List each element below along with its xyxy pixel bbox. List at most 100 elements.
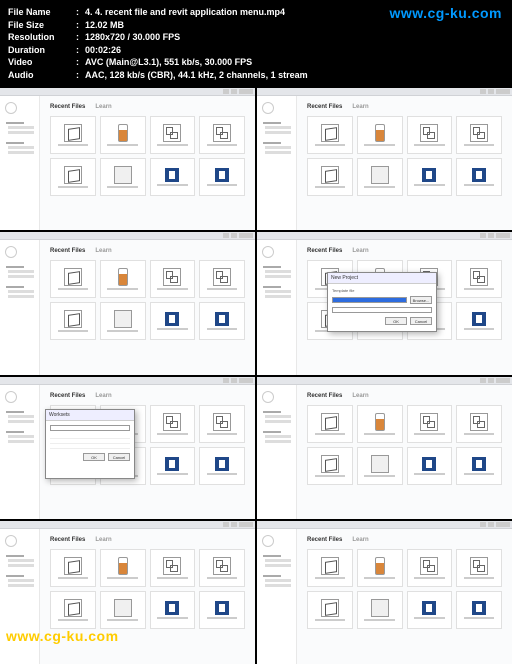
recent-file-thumb[interactable]	[150, 405, 196, 443]
recent-file-thumb[interactable]	[199, 549, 245, 587]
tab-recent-files[interactable]: Recent Files	[307, 248, 342, 254]
tab-recent-files[interactable]: Recent Files	[50, 393, 85, 399]
recent-file-thumb[interactable]	[307, 447, 353, 485]
tab-recent-files[interactable]: Recent Files	[50, 248, 85, 254]
recent-file-thumb[interactable]	[199, 447, 245, 485]
recent-file-thumb[interactable]	[50, 591, 96, 629]
recent-file-thumb[interactable]	[456, 302, 502, 340]
recent-file-thumb[interactable]	[407, 405, 453, 443]
recent-file-thumb[interactable]	[150, 549, 196, 587]
recent-file-thumb[interactable]	[456, 116, 502, 154]
tab-learn[interactable]: Learn	[352, 104, 368, 110]
recent-file-thumb[interactable]	[357, 549, 403, 587]
recent-file-thumb[interactable]	[199, 302, 245, 340]
create-new-option[interactable]	[332, 307, 432, 313]
recent-file-thumb[interactable]	[199, 158, 245, 196]
recent-file-thumb[interactable]	[100, 158, 146, 196]
recent-file-thumb[interactable]	[407, 116, 453, 154]
tab-learn[interactable]: Learn	[95, 393, 111, 399]
recent-file-thumb[interactable]	[50, 302, 96, 340]
recent-file-thumb[interactable]	[456, 158, 502, 196]
metadata-label: Audio	[8, 69, 76, 82]
recent-file-thumb[interactable]	[150, 591, 196, 629]
recent-file-thumb[interactable]	[307, 549, 353, 587]
project-icon	[64, 124, 82, 142]
recent-file-thumb[interactable]	[456, 591, 502, 629]
recent-file-thumb[interactable]	[307, 158, 353, 196]
back-button-icon[interactable]	[262, 102, 274, 114]
tab-recent-files[interactable]: Recent Files	[307, 393, 342, 399]
template-icon	[422, 168, 436, 182]
cancel-button[interactable]: Cancel	[108, 453, 130, 461]
recent-file-thumb[interactable]	[50, 158, 96, 196]
tab-learn[interactable]: Learn	[95, 537, 111, 543]
recent-file-thumb[interactable]	[407, 591, 453, 629]
tab-learn[interactable]: Learn	[352, 248, 368, 254]
recent-file-thumb[interactable]	[456, 549, 502, 587]
ok-button[interactable]: OK	[385, 317, 407, 325]
recent-file-thumb[interactable]	[100, 549, 146, 587]
back-button-icon[interactable]	[5, 102, 17, 114]
revit-sidebar	[257, 240, 297, 375]
revit-sidebar	[257, 96, 297, 231]
metadata-value-filename: 4. 4. recent file and revit application …	[85, 6, 285, 19]
recent-file-thumb[interactable]	[199, 260, 245, 298]
recent-file-thumb[interactable]	[100, 116, 146, 154]
recent-file-thumb[interactable]	[357, 405, 403, 443]
recent-file-thumb[interactable]	[456, 405, 502, 443]
back-button-icon[interactable]	[262, 246, 274, 258]
recent-file-thumb[interactable]	[307, 405, 353, 443]
recent-file-thumb[interactable]	[100, 260, 146, 298]
back-button-icon[interactable]	[262, 535, 274, 547]
browse-button[interactable]: Browse...	[410, 296, 432, 304]
back-button-icon[interactable]	[262, 391, 274, 403]
recent-file-thumb[interactable]	[50, 260, 96, 298]
dialog-dropdown[interactable]	[50, 425, 130, 431]
ok-button[interactable]: OK	[83, 453, 105, 461]
recent-file-thumb[interactable]	[407, 158, 453, 196]
recent-file-thumb[interactable]	[357, 591, 403, 629]
recent-file-thumb[interactable]	[100, 302, 146, 340]
back-button-icon[interactable]	[5, 391, 17, 403]
recent-file-thumb[interactable]	[50, 549, 96, 587]
dialog-title: Worksets	[46, 410, 134, 421]
watermark-bottom: www.cg-ku.com	[6, 628, 119, 644]
recent-file-thumb[interactable]	[50, 116, 96, 154]
recent-file-thumb[interactable]	[456, 260, 502, 298]
recent-file-thumb[interactable]	[150, 260, 196, 298]
tab-recent-files[interactable]: Recent Files	[50, 537, 85, 543]
recent-file-thumb[interactable]	[150, 302, 196, 340]
project-icon	[64, 310, 82, 328]
recent-file-thumb[interactable]	[199, 116, 245, 154]
recent-file-thumb[interactable]	[407, 549, 453, 587]
recent-file-thumb[interactable]	[199, 591, 245, 629]
recent-file-thumb[interactable]	[150, 447, 196, 485]
tab-learn[interactable]: Learn	[95, 104, 111, 110]
recent-file-thumb[interactable]	[150, 158, 196, 196]
tab-learn[interactable]: Learn	[95, 248, 111, 254]
recent-file-thumb[interactable]	[357, 116, 403, 154]
recent-file-thumb[interactable]	[456, 447, 502, 485]
tab-recent-files[interactable]: Recent Files	[307, 537, 342, 543]
tab-learn[interactable]: Learn	[352, 393, 368, 399]
tab-recent-files[interactable]: Recent Files	[50, 104, 85, 110]
back-button-icon[interactable]	[5, 246, 17, 258]
project-icon	[321, 124, 339, 142]
recent-file-thumb[interactable]	[199, 405, 245, 443]
window-titlebar	[257, 232, 512, 240]
list-item[interactable]	[50, 444, 130, 449]
recent-file-thumb[interactable]	[150, 116, 196, 154]
template-dropdown[interactable]	[332, 297, 407, 303]
recent-file-thumb[interactable]	[307, 116, 353, 154]
tab-learn[interactable]: Learn	[352, 537, 368, 543]
recent-files-grid	[307, 549, 502, 629]
window-titlebar	[0, 88, 255, 96]
cancel-button[interactable]: Cancel	[410, 317, 432, 325]
recent-file-thumb[interactable]	[357, 447, 403, 485]
recent-file-thumb[interactable]	[407, 447, 453, 485]
recent-file-thumb[interactable]	[357, 158, 403, 196]
recent-file-thumb[interactable]	[307, 591, 353, 629]
tab-recent-files[interactable]: Recent Files	[307, 104, 342, 110]
recent-file-thumb[interactable]	[100, 591, 146, 629]
back-button-icon[interactable]	[5, 535, 17, 547]
